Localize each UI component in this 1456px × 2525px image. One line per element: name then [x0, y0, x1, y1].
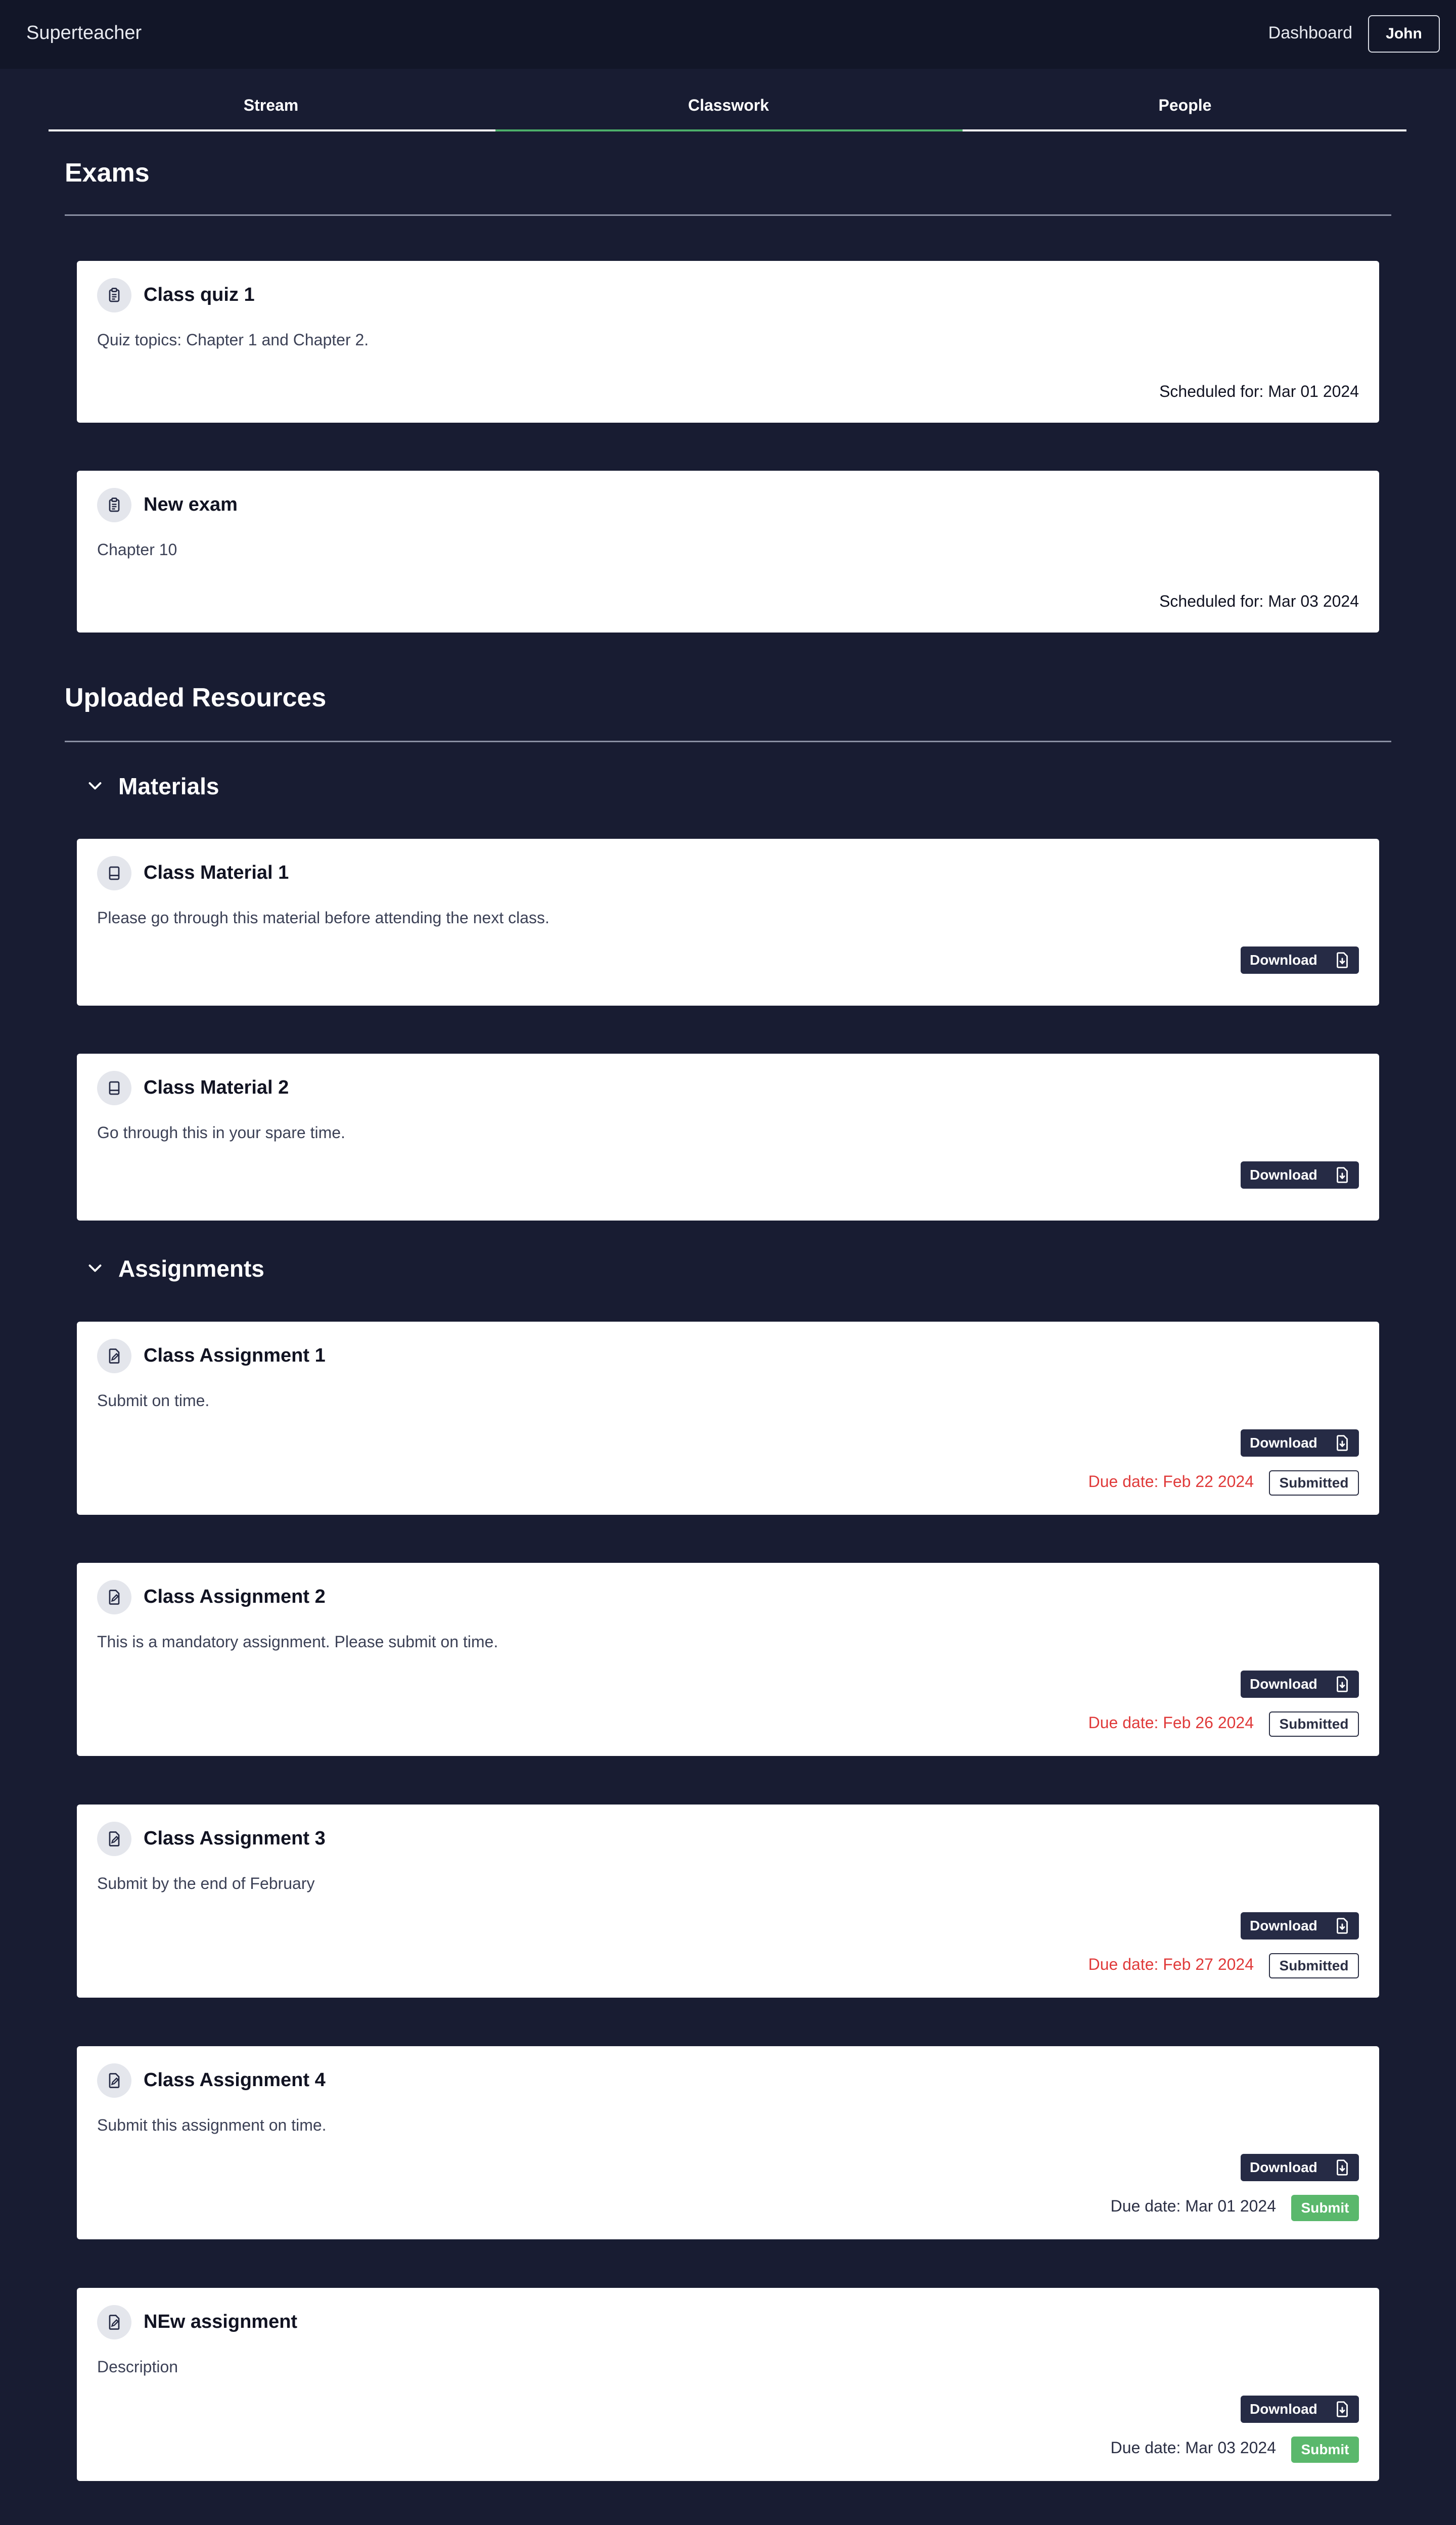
resources-heading: Uploaded Resources [65, 683, 327, 712]
book-icon [97, 856, 131, 890]
material-title[interactable]: Class Material 2 [144, 1077, 289, 1099]
download-button[interactable]: Download [1241, 1671, 1359, 1698]
download-label: Download [1250, 1435, 1317, 1451]
file-edit-icon [97, 1580, 131, 1614]
assignment-title[interactable]: Class Assignment 3 [144, 1828, 326, 1850]
assignment-description: Submit on time. [97, 1391, 210, 1410]
download-file-icon [1333, 2158, 1352, 2181]
class-tabs: Stream Classwork People [49, 91, 1406, 131]
submit-button[interactable]: Submit [1291, 2437, 1359, 2463]
assignment-description: Submit this assignment on time. [97, 2116, 327, 2134]
exam-title[interactable]: Class quiz 1 [144, 284, 255, 306]
assignment-title[interactable]: Class Assignment 2 [144, 1586, 326, 1608]
resources-divider [65, 741, 1391, 742]
submitted-badge: Submitted [1269, 1711, 1359, 1737]
download-label: Download [1250, 1167, 1317, 1183]
brand-logo[interactable]: Superteacher [26, 22, 142, 44]
scheduled-date: Scheduled for: Mar 03 2024 [1159, 592, 1359, 610]
material-card[interactable]: Class Material 2 Go through this in your … [77, 1054, 1379, 1221]
download-button[interactable]: Download [1241, 1429, 1359, 1457]
download-label: Download [1250, 1918, 1317, 1933]
assignments-label: Assignments [118, 1255, 264, 1282]
tab-stream[interactable]: Stream [49, 96, 493, 115]
download-file-icon [1333, 1675, 1352, 1697]
exam-card[interactable]: Class quiz 1 Quiz topics: Chapter 1 and C… [77, 261, 1379, 423]
assignment-title[interactable]: Class Assignment 4 [144, 2069, 326, 2091]
assignments-toggle[interactable]: Assignments [86, 1255, 264, 1282]
download-button[interactable]: Download [1241, 2396, 1359, 2423]
exam-description: Chapter 10 [97, 540, 177, 559]
assignment-title[interactable]: Class Assignment 1 [144, 1345, 326, 1367]
assignment-description: Submit by the end of February [97, 1874, 315, 1892]
download-file-icon [1333, 951, 1352, 973]
tab-people[interactable]: People [964, 96, 1406, 115]
download-label: Download [1250, 2159, 1317, 2175]
download-file-icon [1333, 2400, 1352, 2422]
materials-toggle[interactable]: Materials [86, 773, 219, 800]
download-file-icon [1333, 1916, 1352, 1939]
assignment-description: This is a mandatory assignment. Please s… [97, 1633, 498, 1651]
file-edit-icon [97, 2063, 131, 2098]
due-date: Due date: Mar 01 2024 [1110, 2197, 1276, 2215]
download-button[interactable]: Download [1241, 2154, 1359, 2181]
assignment-title[interactable]: NEw assignment [144, 2311, 297, 2333]
book-icon [97, 1071, 131, 1105]
materials-label: Materials [118, 773, 219, 799]
file-edit-icon [97, 1339, 131, 1373]
download-button[interactable]: Download [1241, 1161, 1359, 1189]
exam-description: Quiz topics: Chapter 1 and Chapter 2. [97, 331, 369, 349]
exams-divider [65, 214, 1391, 216]
submitted-badge: Submitted [1269, 1470, 1359, 1496]
due-date: Due date: Feb 22 2024 [1088, 1472, 1254, 1491]
exam-card[interactable]: New exam Chapter 10 Scheduled for: Mar 03 … [77, 471, 1379, 633]
clipboard-icon [97, 278, 131, 312]
assignment-card[interactable]: Class Assignment 1 Submit on time. Downloa… [77, 1322, 1379, 1515]
material-title[interactable]: Class Material 1 [144, 862, 289, 884]
assignment-card[interactable]: Class Assignment 3 Submit by the end of F… [77, 1805, 1379, 1998]
download-button[interactable]: Download [1241, 946, 1359, 974]
download-label: Download [1250, 2401, 1317, 2417]
dashboard-link[interactable]: Dashboard [1268, 23, 1352, 43]
material-description: Please go through this material before a… [97, 909, 550, 927]
download-label: Download [1250, 1676, 1317, 1692]
download-label: Download [1250, 952, 1317, 968]
download-file-icon [1333, 1433, 1352, 1456]
file-edit-icon [97, 2305, 131, 2339]
exam-title[interactable]: New exam [144, 494, 238, 516]
material-card[interactable]: Class Material 1 Please go through this m… [77, 839, 1379, 1006]
tab-active-indicator [495, 129, 963, 131]
scheduled-date: Scheduled for: Mar 01 2024 [1159, 382, 1359, 400]
download-file-icon [1333, 1165, 1352, 1188]
top-navbar: Superteacher Dashboard John [0, 0, 1456, 69]
tab-classwork[interactable]: Classwork [493, 96, 964, 115]
assignment-description: Description [97, 2358, 178, 2376]
submitted-badge: Submitted [1269, 1953, 1359, 1978]
due-date: Due date: Feb 27 2024 [1088, 1955, 1254, 1973]
assignment-card[interactable]: Class Assignment 4 Submit this assignment… [77, 2046, 1379, 2239]
chevron-down-icon [88, 1265, 102, 1272]
material-description: Go through this in your spare time. [97, 1123, 345, 1142]
due-date: Due date: Mar 03 2024 [1110, 2439, 1276, 2457]
clipboard-icon [97, 488, 131, 522]
file-edit-icon [97, 1822, 131, 1856]
due-date: Due date: Feb 26 2024 [1088, 1714, 1254, 1732]
exams-heading: Exams [65, 158, 150, 188]
submit-button[interactable]: Submit [1291, 2195, 1359, 2221]
user-menu-button[interactable]: John [1368, 15, 1440, 53]
chevron-down-icon [88, 782, 102, 790]
assignment-card[interactable]: NEw assignment Description Download Due dat… [77, 2288, 1379, 2481]
assignment-card[interactable]: Class Assignment 2 This is a mandatory as… [77, 1563, 1379, 1756]
download-button[interactable]: Download [1241, 1912, 1359, 1940]
